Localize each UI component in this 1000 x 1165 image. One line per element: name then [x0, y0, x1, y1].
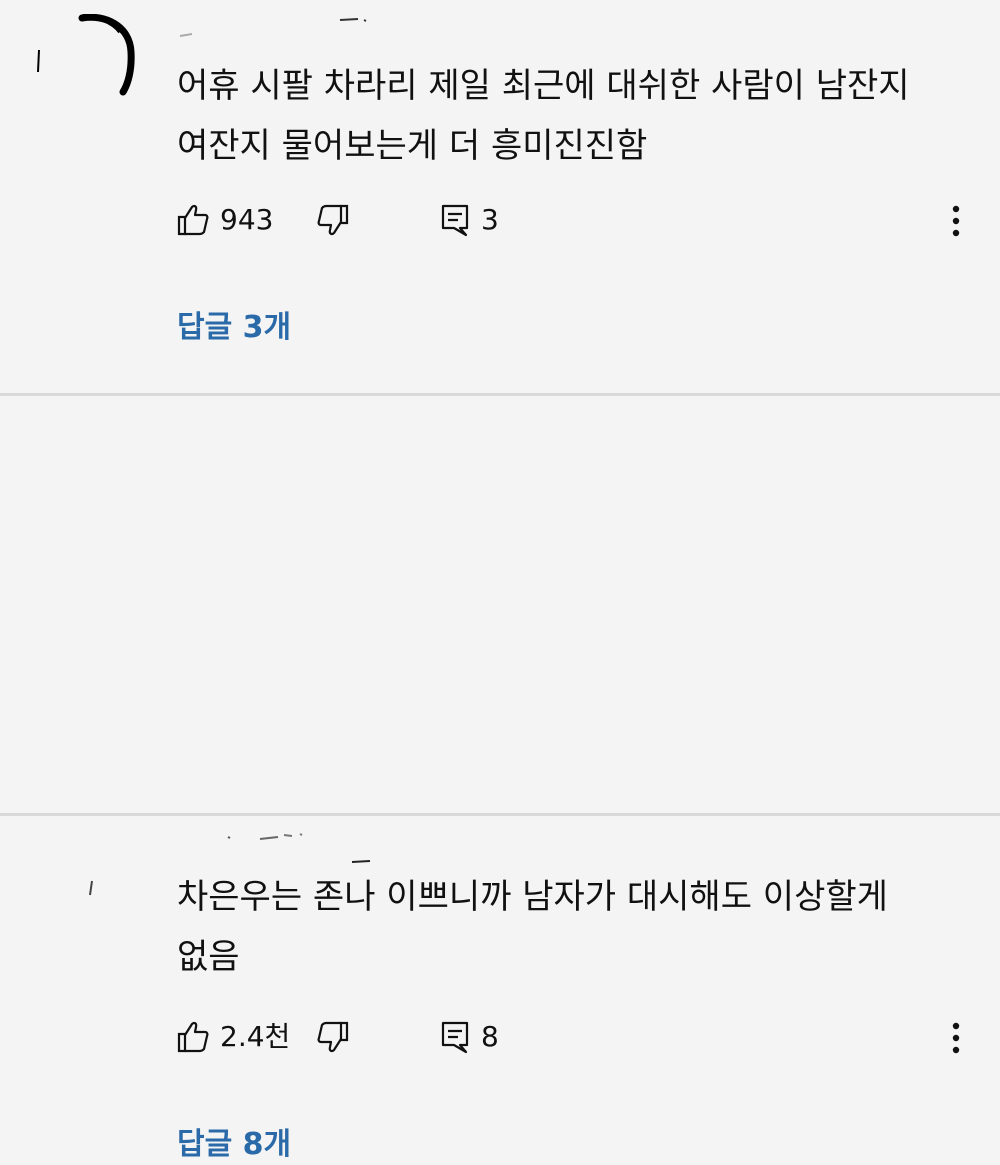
avatar[interactable]	[82, 873, 102, 903]
thumbs-down-icon[interactable]	[316, 1020, 350, 1054]
like-count: 943	[220, 203, 274, 236]
comment-text: 어휴 시팔 차라리 제일 최근에 대쉬한 사람이 남잔지 여잔지 물어보는게 더…	[177, 66, 910, 166]
view-replies-link[interactable]: 답글 3개	[177, 308, 291, 348]
more-vertical-icon[interactable]	[944, 1020, 968, 1056]
comment-divider	[0, 813, 1000, 816]
comment-divider	[0, 393, 1000, 396]
thumbs-up-icon[interactable]	[176, 203, 210, 237]
comment-item: 어휴 시팔 차라리 제일 최근에 대쉬한 사람이 남잔지 여잔지 물어보는게 더…	[0, 0, 1000, 393]
view-replies-link[interactable]: 답글 8개	[177, 1125, 291, 1165]
reply-count: 3	[481, 203, 499, 236]
reply-icon[interactable]	[440, 1020, 470, 1054]
thumbs-down-icon[interactable]	[316, 203, 350, 237]
reply-icon[interactable]	[440, 203, 470, 237]
reply-count: 8	[481, 1020, 499, 1053]
like-count: 2.4천	[220, 1020, 291, 1053]
comment-actions: 943 3	[176, 200, 976, 240]
comment-text: 차은우는 존나 이쁘니까 남자가 대시해도 이상할게 없음	[177, 877, 888, 977]
thumbs-up-icon[interactable]	[176, 1020, 210, 1054]
comment-item: 차은우는 존나 이쁘니까 남자가 대시해도 이상할게 없음 2.4천 8 답글 …	[0, 397, 1000, 1162]
comment-actions: 2.4천 8	[176, 1017, 976, 1057]
author-name-redacted	[179, 18, 367, 37]
author-name-redacted	[227, 833, 371, 863]
avatar[interactable]	[35, 14, 140, 104]
more-vertical-icon[interactable]	[944, 203, 968, 239]
